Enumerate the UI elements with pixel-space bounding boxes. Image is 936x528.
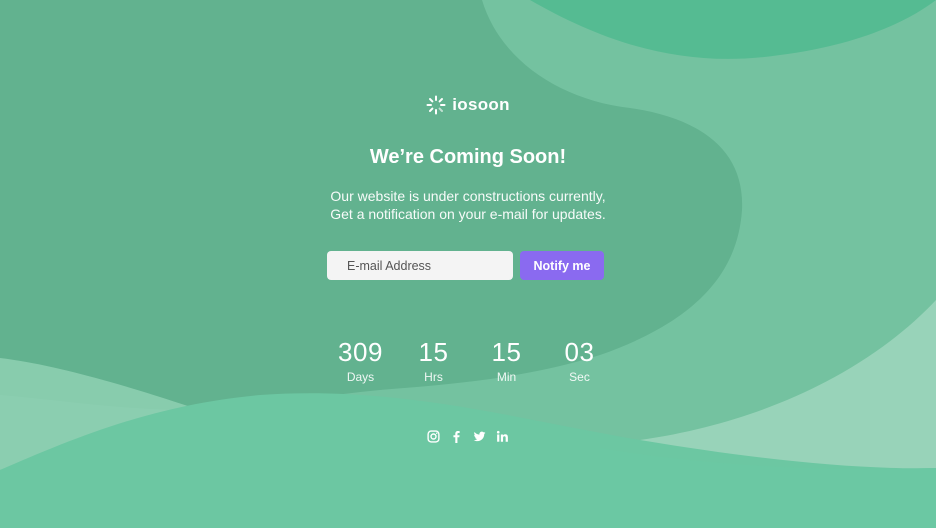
twitter-link[interactable]: [473, 429, 487, 444]
twitter-icon: [473, 431, 486, 442]
countdown-label: Hrs: [424, 370, 443, 384]
page-title: We’re Coming Soon!: [369, 146, 567, 168]
countdown-hours: 15 Hrs: [397, 337, 470, 385]
countdown-label: Min: [496, 370, 517, 384]
hero-description: Our website is under constructions curre…: [0, 187, 936, 223]
facebook-link[interactable]: [450, 429, 464, 444]
content: iosoon We’re Coming Soon! Our website is…: [0, 0, 936, 528]
brand-logo[interactable]: iosoon: [0, 95, 936, 115]
countdown-days: 309 Days: [324, 337, 397, 385]
facebook-icon: [453, 431, 460, 443]
countdown-minutes: 15 Min: [470, 337, 543, 385]
countdown-timer: 309 Days 15 Hrs 15 Min 03 Sec: [324, 337, 616, 385]
countdown-value: 309: [338, 337, 383, 367]
brand-name: iosoon: [452, 95, 510, 114]
coming-soon-page: iosoon We’re Coming Soon! Our website is…: [0, 0, 936, 528]
linkedin-link[interactable]: [496, 429, 510, 444]
instagram-icon: [427, 430, 440, 443]
countdown-seconds: 03 Sec: [543, 337, 616, 385]
countdown-value: 03: [564, 337, 595, 367]
countdown-value: 15: [491, 337, 522, 367]
countdown-label: Days: [346, 370, 375, 384]
countdown-value: 15: [418, 337, 449, 367]
notify-form: Notify me: [327, 251, 604, 280]
countdown-label: Sec: [569, 370, 590, 384]
linkedin-icon: [496, 430, 508, 442]
email-field[interactable]: [327, 251, 513, 280]
description-line-2: Get a notification on your e-mail for up…: [330, 206, 606, 222]
description-line-1: Our website is under constructions curre…: [330, 188, 606, 204]
social-links: [0, 429, 936, 444]
notify-button[interactable]: Notify me: [520, 251, 604, 280]
instagram-link[interactable]: [427, 429, 441, 444]
loading-spinner-icon: [426, 95, 446, 115]
